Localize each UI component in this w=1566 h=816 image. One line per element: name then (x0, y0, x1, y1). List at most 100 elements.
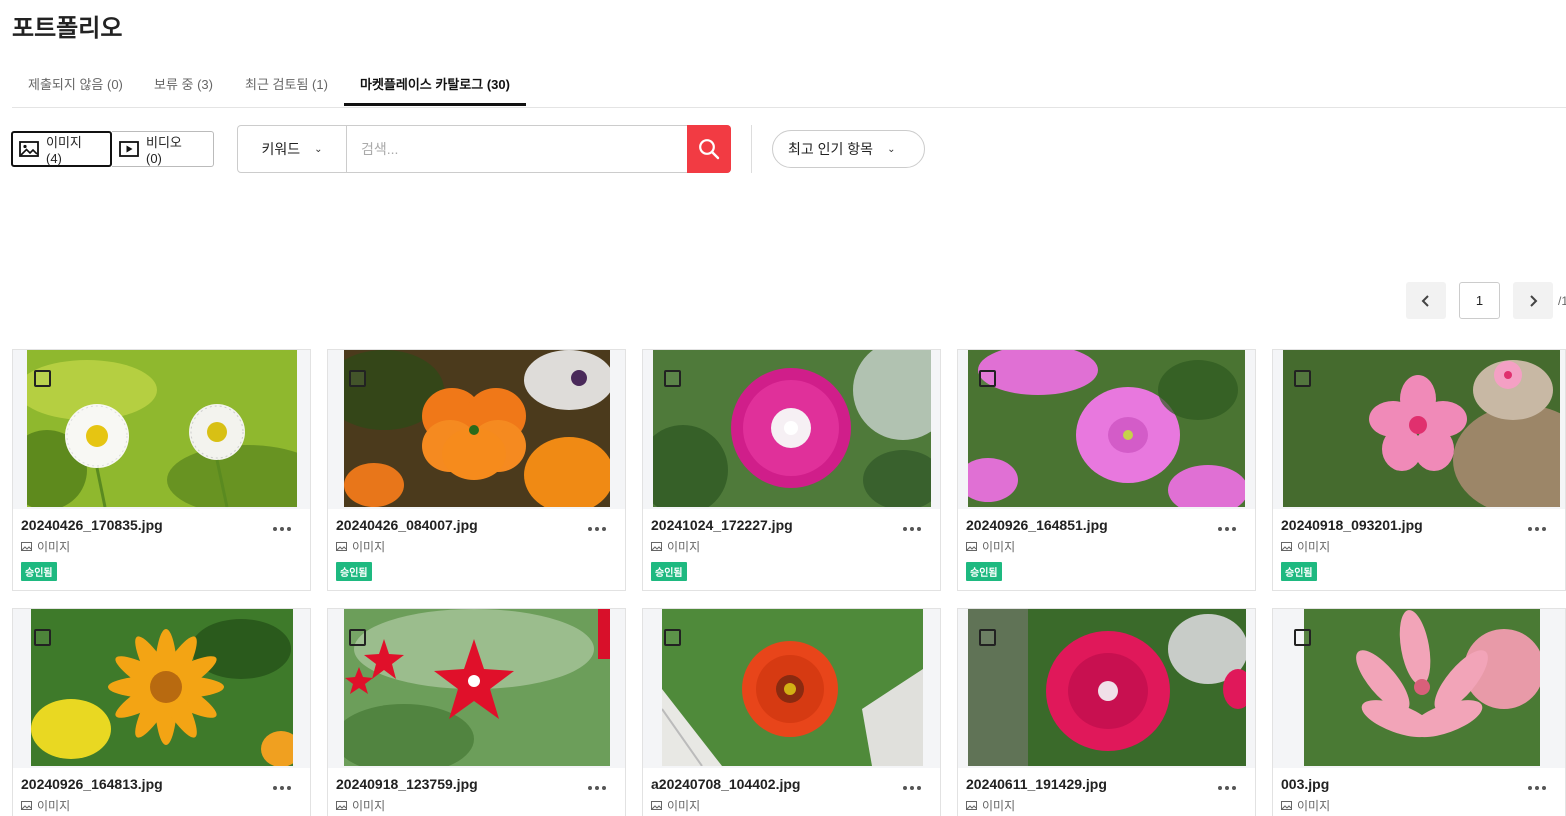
select-checkbox[interactable] (1294, 370, 1311, 387)
asset-thumbnail[interactable] (643, 609, 940, 768)
select-checkbox[interactable] (349, 629, 366, 646)
status-badge: 승인됨 (1281, 562, 1317, 581)
select-checkbox[interactable] (664, 370, 681, 387)
asset-type: 이미지 (336, 797, 385, 814)
asset-thumbnail[interactable] (643, 350, 940, 509)
image-icon (21, 542, 32, 551)
asset-filename: 20240918_093201.jpg (1281, 517, 1423, 533)
video-icon (119, 141, 139, 157)
asset-filename: 20241024_172227.jpg (651, 517, 793, 533)
page-total: /1 (1558, 293, 1566, 308)
asset-filename: 20240918_123759.jpg (336, 776, 478, 792)
asset-thumbnail[interactable] (1273, 350, 1565, 509)
asset-type-label: 이미지 (37, 540, 71, 554)
chevron-down-icon: ⌄ (314, 143, 323, 155)
video-filter-label: 비디오 (0) (146, 135, 182, 166)
tab-recently-reviewed[interactable]: 최근 검토됨 (1) (245, 74, 328, 93)
more-options-button[interactable] (588, 781, 606, 795)
more-options-button[interactable] (903, 522, 921, 536)
asset-type: 이미지 (21, 538, 70, 555)
image-filter-button[interactable]: 이미지 (4) (11, 131, 112, 167)
asset-type: 이미지 (966, 797, 1015, 814)
more-options-button[interactable] (903, 781, 921, 795)
more-options-button[interactable] (1528, 522, 1546, 536)
video-filter-button[interactable]: 비디오 (0) (112, 131, 214, 167)
active-tab-indicator (344, 103, 526, 106)
status-badge: 승인됨 (966, 562, 1002, 581)
zinnia-yellow-photo (31, 609, 293, 766)
page-title: 포트폴리오 (12, 15, 123, 42)
search-type-dropdown[interactable]: 키워드 ⌄ (238, 126, 347, 172)
next-page-button[interactable] (1513, 282, 1553, 319)
asset-type-label: 이미지 (1297, 540, 1331, 554)
select-checkbox[interactable] (1294, 629, 1311, 646)
more-options-button[interactable] (273, 522, 291, 536)
image-icon (651, 542, 662, 551)
pagination: 1 /1 (1406, 282, 1566, 319)
page-number-input[interactable]: 1 (1459, 282, 1500, 319)
select-checkbox[interactable] (979, 629, 996, 646)
asset-card[interactable]: 20240426_084007.jpg 이미지 승인됨 (327, 349, 626, 591)
image-icon (21, 801, 32, 810)
asset-thumbnail[interactable] (13, 350, 310, 509)
search-button[interactable] (687, 125, 731, 173)
select-checkbox[interactable] (34, 370, 51, 387)
search-input[interactable] (347, 126, 687, 172)
asset-card[interactable]: a20240708_104402.jpg 이미지 (642, 608, 941, 816)
tab-marketplace-catalog[interactable]: 마켓플레이스 카탈로그 (30) (360, 74, 510, 93)
asset-card[interactable]: 20240926_164851.jpg 이미지 승인됨 (957, 349, 1256, 591)
select-checkbox[interactable] (664, 629, 681, 646)
more-options-button[interactable] (588, 522, 606, 536)
asset-filename: 20240611_191429.jpg (966, 776, 1107, 792)
asset-filename: 003.jpg (1281, 776, 1330, 792)
asset-filename: 20240426_084007.jpg (336, 517, 478, 533)
search-type-label: 키워드 (261, 141, 301, 157)
asset-filename: 20240926_164851.jpg (966, 517, 1108, 533)
asset-type: 이미지 (336, 538, 385, 555)
select-checkbox[interactable] (349, 370, 366, 387)
petunia-photo (968, 350, 1245, 507)
asset-card[interactable]: 20240918_123759.jpg 이미지 (327, 608, 626, 816)
prev-page-button[interactable] (1406, 282, 1446, 319)
asset-card[interactable]: 20240426_170835.jpg 이미지 승인됨 (12, 349, 311, 591)
image-icon (966, 801, 977, 810)
cypress-vine-photo (344, 609, 610, 766)
daisy-photo (27, 350, 297, 507)
sort-dropdown[interactable]: 최고 인기 항목 ⌄ (772, 130, 925, 168)
select-checkbox[interactable] (979, 370, 996, 387)
asset-thumbnail[interactable] (328, 350, 625, 509)
image-icon (651, 801, 662, 810)
asset-card[interactable]: 20241024_172227.jpg 이미지 승인됨 (642, 349, 941, 591)
asset-type-label: 이미지 (667, 540, 701, 554)
asset-thumbnail[interactable] (328, 609, 625, 768)
asset-thumbnail[interactable] (1273, 609, 1565, 768)
asset-type: 이미지 (1281, 538, 1330, 555)
asset-thumbnail[interactable] (13, 609, 310, 768)
image-icon (19, 141, 39, 157)
morning-glory-photo (653, 350, 931, 507)
search-icon (699, 139, 720, 160)
more-options-button[interactable] (1218, 781, 1236, 795)
more-options-button[interactable] (1218, 522, 1236, 536)
status-badge: 승인됨 (21, 562, 57, 581)
asset-thumbnail[interactable] (958, 350, 1255, 509)
asset-type: 이미지 (966, 538, 1015, 555)
more-options-button[interactable] (1528, 781, 1546, 795)
image-icon (966, 542, 977, 551)
asset-card[interactable]: 003.jpg 이미지 (1272, 608, 1566, 816)
more-options-button[interactable] (273, 781, 291, 795)
asset-card[interactable]: 20240611_191429.jpg 이미지 (957, 608, 1256, 816)
asset-type-label: 이미지 (982, 799, 1016, 813)
asset-filename: a20240708_104402.jpg (651, 776, 801, 792)
image-icon (1281, 542, 1292, 551)
toolbar-divider (751, 125, 752, 173)
tab-pending[interactable]: 보류 중 (3) (154, 74, 213, 93)
asset-card[interactable]: 20240926_164813.jpg 이미지 (12, 608, 311, 816)
tab-not-submitted[interactable]: 제출되지 않음 (0) (28, 74, 123, 93)
select-checkbox[interactable] (34, 629, 51, 646)
hollyhock-photo (968, 609, 1246, 766)
asset-card[interactable]: 20240918_093201.jpg 이미지 승인됨 (1272, 349, 1566, 591)
asset-thumbnail[interactable] (958, 609, 1255, 768)
chevron-down-icon: ⌄ (887, 143, 896, 155)
status-badge: 승인됨 (336, 562, 372, 581)
